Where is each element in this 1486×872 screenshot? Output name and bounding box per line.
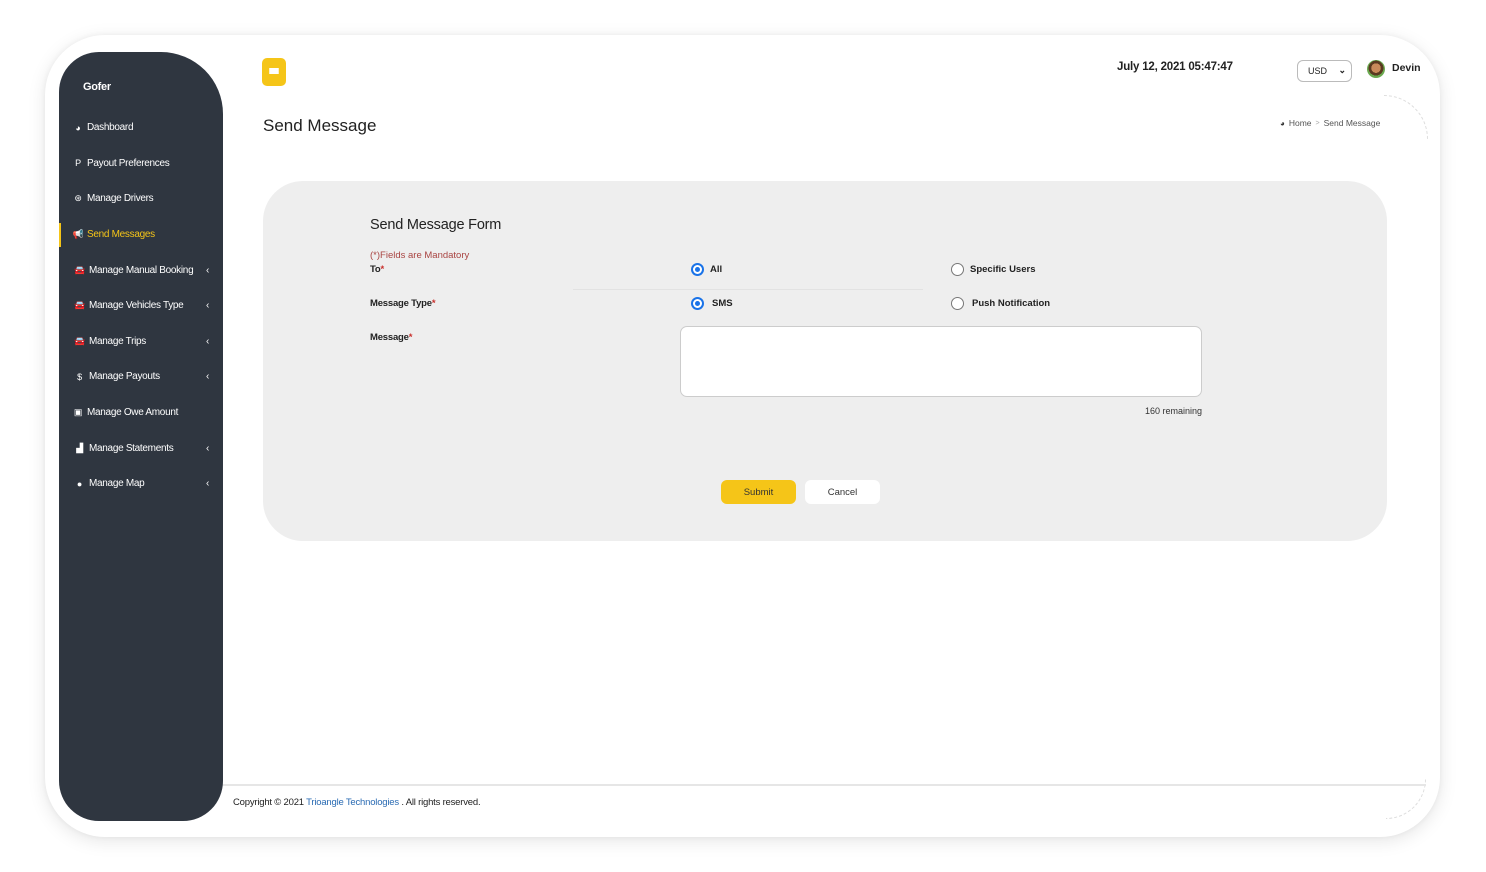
radio-label: Specific Users (970, 264, 1036, 275)
breadcrumb-separator: > (1315, 119, 1320, 127)
form-title: Send Message Form (370, 217, 502, 233)
to-specific-users-radio[interactable]: Specific Users (951, 263, 1035, 276)
sidebar-item-label: Send Messages (87, 229, 155, 241)
to-all-radio[interactable]: All (691, 263, 722, 276)
sidebar: Gofer ◕ Dashboard P Payout Preferences ⊛ Mana… (59, 52, 223, 821)
message-type-push-radio[interactable]: Push Notification (951, 297, 1050, 310)
radio-label: All (710, 264, 723, 275)
message-textarea[interactable] (680, 326, 1202, 397)
paypal-icon: P (75, 158, 81, 169)
car-icon: 🚘 (74, 335, 85, 346)
message-label: Message* (370, 332, 412, 343)
sidebar-item-manage-statements[interactable]: ▟ Manage Statements ‹ (59, 430, 223, 466)
required-mark: * (431, 298, 436, 309)
sidebar-nav: ◕ Dashboard P Payout Preferences ⊛ Manage Dri… (59, 110, 223, 502)
breadcrumb-current: Send Message (1323, 118, 1381, 128)
sidebar-item-manage-manual-booking[interactable]: 🚘 Manage Manual Booking ‹ (59, 252, 223, 288)
dollar-icon: $ (77, 371, 82, 382)
sidebar-item-label: Manage Owe Amount (87, 407, 179, 419)
page-title: Send Message (263, 116, 377, 135)
sidebar-item-label: Manage Trips (89, 335, 146, 347)
radio-indicator[interactable] (951, 297, 964, 310)
sidebar-item-label: Dashboard (87, 122, 134, 134)
hamburger-icon (269, 68, 279, 76)
footer: Copyright © 2021 Trioangle Technologies … (233, 797, 481, 808)
company-link[interactable]: Trioangle Technologies (306, 797, 399, 808)
breadcrumb-home[interactable]: Home (1289, 118, 1312, 128)
sidebar-item-dashboard[interactable]: ◕ Dashboard (59, 110, 223, 146)
send-message-form-card: Send Message Form (*)Fields are Mandator… (263, 181, 1387, 541)
dashboard-icon: ◕ (1280, 118, 1285, 128)
megaphone-icon: 📢 (72, 229, 84, 240)
chevron-left-icon[interactable]: ‹ (206, 300, 209, 311)
currency-value: USD (1308, 66, 1328, 76)
radio-indicator[interactable] (691, 297, 704, 310)
sidebar-item-label: Manage Map (89, 478, 145, 490)
radio-indicator[interactable] (951, 263, 964, 276)
chevron-left-icon[interactable]: ‹ (206, 371, 209, 382)
remaining-characters: 160 remaining (1144, 406, 1202, 416)
money-bill-icon: ▣ (73, 407, 83, 418)
submit-button[interactable]: Submit (721, 480, 796, 504)
sidebar-item-manage-trips[interactable]: 🚘 Manage Trips ‹ (59, 324, 223, 360)
radio-label: SMS (712, 298, 733, 309)
row-divider (573, 289, 923, 290)
mandatory-note: (*)Fields are Mandatory (370, 250, 470, 261)
user-avatar[interactable] (1367, 60, 1385, 78)
car-icon: 🚘 (74, 264, 85, 275)
message-type-sms-radio[interactable]: SMS (691, 297, 733, 310)
sidebar-item-label: Manage Vehicles Type (89, 300, 184, 312)
sidebar-item-send-messages[interactable]: 📢 Send Messages (59, 217, 223, 253)
required-mark: * (408, 332, 413, 343)
message-type-label: Message Type* (370, 298, 436, 309)
brand-logo[interactable]: Gofer (83, 81, 111, 93)
radio-indicator[interactable] (691, 263, 704, 276)
chevron-left-icon[interactable]: ‹ (206, 265, 209, 276)
chevron-left-icon[interactable]: ‹ (206, 478, 209, 489)
dashboard-icon: ◕ (75, 122, 81, 133)
sidebar-item-label: Manage Manual Booking (89, 264, 194, 276)
steering-wheel-icon: ⊛ (74, 193, 82, 204)
rights-text: . All rights reserved. (398, 797, 481, 808)
to-label-text: To (370, 264, 381, 275)
message-label-text: Message (370, 332, 409, 343)
map-marker-icon: ● (76, 478, 83, 489)
sidebar-item-payout-preferences[interactable]: P Payout Preferences (59, 146, 223, 182)
current-datetime: July 12, 2021 05:47:47 (1117, 61, 1233, 73)
sidebar-item-label: Payout Preferences (87, 157, 170, 169)
sidebar-item-manage-vehicles-type[interactable]: 🚘 Manage Vehicles Type ‹ (59, 288, 223, 324)
menu-toggle-button[interactable] (262, 58, 286, 86)
chevron-down-icon: ⌄ (1338, 65, 1346, 75)
chevron-left-icon[interactable]: ‹ (206, 336, 209, 347)
sidebar-item-manage-drivers[interactable]: ⊛ Manage Drivers (59, 181, 223, 217)
cancel-button[interactable]: Cancel (805, 480, 880, 504)
sidebar-item-label: Manage Drivers (87, 193, 154, 205)
to-label: To* (370, 264, 384, 275)
currency-select[interactable]: USD ⌄ (1297, 60, 1352, 82)
area-chart-icon: ▟ (76, 442, 83, 453)
sidebar-item-manage-owe-amount[interactable]: ▣ Manage Owe Amount (59, 395, 223, 431)
car-icon: 🚘 (74, 300, 85, 311)
sidebar-item-manage-payouts[interactable]: $ Manage Payouts ‹ (59, 359, 223, 395)
frame-decoration (1384, 95, 1428, 139)
sidebar-item-label: Manage Payouts (89, 371, 160, 383)
sidebar-item-label: Manage Statements (89, 442, 174, 454)
message-type-label-text: Message Type (370, 298, 432, 309)
footer-divider (223, 784, 1426, 786)
copyright-text: Copyright © 2021 (233, 797, 307, 808)
breadcrumb: ◕ Home > Send Message (1280, 118, 1380, 128)
radio-label: Push Notification (972, 298, 1051, 309)
chevron-left-icon[interactable]: ‹ (206, 443, 209, 454)
sidebar-item-manage-map[interactable]: ● Manage Map ‹ (59, 466, 223, 502)
user-name[interactable]: Devin (1392, 62, 1421, 74)
required-mark: * (380, 264, 385, 275)
